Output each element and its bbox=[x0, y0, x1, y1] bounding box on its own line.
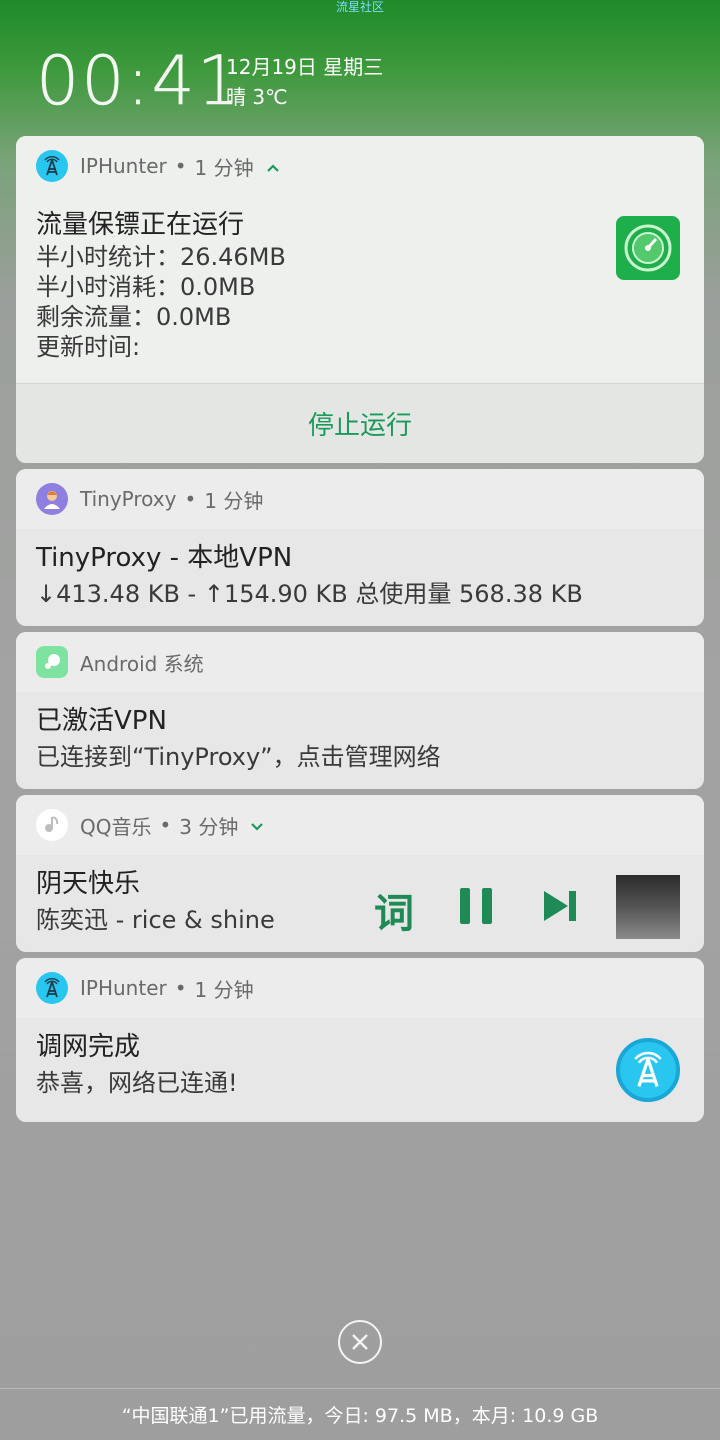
stat-line: 剩余流量：0.0MB bbox=[36, 303, 232, 331]
song-artist: 陈奕迅 - rice & shine bbox=[36, 906, 275, 934]
top-label: 流星社区 bbox=[335, 0, 384, 14]
chevron-down-icon[interactable] bbox=[250, 813, 264, 837]
notification-header[interactable]: Android 系统 bbox=[16, 632, 704, 692]
notification-time: 1 分钟 bbox=[204, 488, 264, 513]
lyrics-button[interactable]: 词 bbox=[374, 881, 414, 939]
antenna-icon bbox=[616, 1038, 680, 1102]
lockscreen-clock: 00:41 bbox=[36, 42, 242, 121]
notification-title: 已激活VPN bbox=[36, 706, 167, 736]
app-name: IPHunter bbox=[80, 976, 167, 1000]
lockscreen-weather: 晴 3℃ bbox=[226, 85, 288, 109]
qq-music-icon bbox=[36, 809, 68, 841]
chevron-up-icon[interactable] bbox=[266, 154, 280, 178]
next-track-button[interactable] bbox=[540, 885, 580, 927]
separator-dot: • bbox=[184, 487, 197, 511]
notification-qq-music[interactable]: QQ音乐 • 3 分钟 阴天快乐 陈奕迅 - rice & shine 词 bbox=[16, 795, 704, 952]
app-name: IPHunter bbox=[80, 154, 167, 178]
stat-line: 半小时统计：26.46MB bbox=[36, 243, 286, 271]
notification-header[interactable]: QQ音乐 • 3 分钟 bbox=[16, 795, 704, 855]
notification-text: 已连接到“TinyProxy”，点击管理网络 bbox=[36, 743, 441, 771]
notification-header[interactable]: IPHunter • 1 分钟 bbox=[16, 136, 704, 196]
pause-icon bbox=[460, 888, 492, 924]
notification-text: 恭喜，网络已连通! bbox=[36, 1069, 238, 1097]
stat-line: 半小时消耗：0.0MB bbox=[36, 273, 256, 301]
app-name: TinyProxy bbox=[80, 487, 177, 511]
stop-running-button[interactable]: 停止运行 bbox=[16, 383, 704, 463]
notification-time: 1 分钟 bbox=[194, 155, 254, 180]
lockscreen-date: 12月19日 星期三 bbox=[226, 55, 384, 79]
song-title: 阴天快乐 bbox=[36, 869, 141, 899]
notification-time: 3 分钟 bbox=[179, 814, 239, 839]
separator-dot: • bbox=[174, 976, 187, 1000]
notification-tinyproxy[interactable]: TinyProxy • 1 分钟 TinyProxy - 本地VPN ↓413.… bbox=[16, 469, 704, 626]
antenna-icon bbox=[36, 150, 68, 182]
avatar-icon bbox=[36, 483, 68, 515]
skip-next-icon bbox=[544, 891, 576, 921]
android-system-icon bbox=[36, 646, 68, 678]
clear-all-button[interactable] bbox=[338, 1320, 382, 1364]
notification-title: 流量保镖正在运行 bbox=[36, 210, 245, 240]
notification-android-vpn[interactable]: Android 系统 已激活VPN 已连接到“TinyProxy”，点击管理网络 bbox=[16, 632, 704, 789]
notification-title: 调网完成 bbox=[36, 1032, 141, 1062]
antenna-icon bbox=[36, 972, 68, 1004]
notification-iphunter-done[interactable]: IPHunter • 1 分钟 调网完成 恭喜，网络已连通! bbox=[16, 958, 704, 1122]
notification-header[interactable]: TinyProxy • 1 分钟 bbox=[16, 469, 704, 529]
close-icon bbox=[352, 1334, 368, 1350]
notification-iphunter-traffic[interactable]: IPHunter • 1 分钟 流量保镖正在运行 半小时统计：26.46MB 半… bbox=[16, 136, 704, 463]
notification-time: 1 分钟 bbox=[194, 977, 254, 1002]
app-name: QQ音乐 bbox=[80, 814, 152, 839]
separator-dot: • bbox=[174, 154, 187, 178]
stat-line: 更新时间: bbox=[36, 333, 141, 361]
notification-header[interactable]: IPHunter • 1 分钟 bbox=[16, 958, 704, 1018]
notification-text: ↓413.48 KB - ↑154.90 KB 总使用量 568.38 KB bbox=[36, 580, 583, 608]
pause-button[interactable] bbox=[456, 885, 496, 927]
separator-dot: • bbox=[159, 813, 172, 837]
speedometer-icon bbox=[616, 216, 680, 280]
app-name: Android 系统 bbox=[80, 651, 204, 676]
notification-title: TinyProxy - 本地VPN bbox=[36, 543, 293, 573]
data-usage-footer: “中国联通1”已用流量，今日: 97.5 MB，本月: 10.9 GB bbox=[0, 1388, 720, 1440]
album-art bbox=[616, 875, 680, 939]
